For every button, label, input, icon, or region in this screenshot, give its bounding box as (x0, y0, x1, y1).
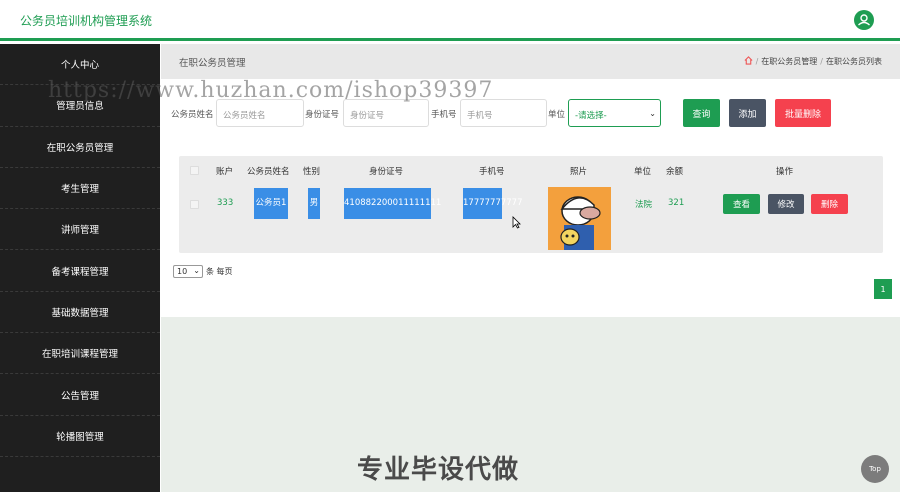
chevron-down-icon: ⌄ (649, 109, 656, 118)
mouse-cursor-icon (512, 216, 521, 232)
cell-phone: 17777777777 (463, 188, 523, 219)
query-button[interactable]: 查询 (683, 99, 720, 127)
data-table: 账户 公务员姓名 性别 身份证号 手机号 照片 单位 余额 操作 333 公务员… (179, 156, 883, 253)
breadcrumb: 在职公务员管理 / 在职公务员管理 / 在职公务员列表 (161, 44, 900, 79)
id-label: 身份证号 (305, 110, 340, 120)
header-photo: 照片 (570, 167, 588, 177)
sidebar-item-civil-servant[interactable]: 在职公务员管理 (0, 127, 160, 168)
breadcrumb-separator: / (755, 57, 759, 66)
unit-select-value: -请选择- (575, 111, 607, 121)
header-unit: 单位 (634, 167, 652, 177)
cartoon-photo-image[interactable] (548, 187, 611, 250)
ad-banner-text: 专业毕设代做 (357, 455, 520, 485)
top-bar: 公务员培训机构管理系统 (0, 0, 900, 41)
cell-balance: 321 (668, 198, 685, 208)
breadcrumb-path: / 在职公务员管理 / 在职公务员列表 (744, 56, 882, 67)
add-button[interactable]: 添加 (729, 99, 766, 127)
cell-unit: 法院 (635, 200, 653, 210)
user-avatar-icon[interactable] (854, 10, 874, 30)
header-account: 账户 (216, 167, 234, 177)
header-name: 公务员姓名 (247, 167, 290, 177)
sidebar-item-examinee[interactable]: 考生管理 (0, 168, 160, 210)
main-area: 在职公务员管理 / 在职公务员管理 / 在职公务员列表 公务员姓名 公务员姓名 … (161, 44, 900, 492)
chevron-down-icon: ⌄ (193, 266, 200, 275)
cell-gender: 男 (308, 188, 320, 219)
cell-id-number: 410882200011111111 (344, 188, 441, 219)
cell-account: 333 (217, 198, 234, 208)
phone-label: 手机号 (431, 110, 457, 120)
content-panel: 公务员姓名 公务员姓名 身份证号 身份证号 手机号 手机号 单位 -请选择- ⌄… (161, 79, 900, 317)
header-phone: 手机号 (479, 167, 505, 177)
view-button[interactable]: 查看 (723, 194, 760, 214)
watermark-text: https://www.huzhan.com/ishop39397 (48, 78, 494, 103)
select-all-checkbox[interactable] (190, 166, 199, 175)
sidebar-item-prep-course[interactable]: 备考课程管理 (0, 250, 160, 292)
header-id-number: 身份证号 (369, 167, 404, 177)
app-title: 公务员培训机构管理系统 (20, 14, 153, 28)
page-size-select[interactable]: 10 ⌄ (173, 265, 203, 278)
row-checkbox[interactable] (190, 200, 199, 209)
breadcrumb-separator: / (820, 57, 823, 66)
cell-name: 公务员1 (254, 188, 288, 219)
per-page-label: 条 每页 (206, 267, 233, 276)
delete-button[interactable]: 删除 (811, 194, 848, 214)
page-size-value: 10 (177, 267, 188, 276)
sidebar-item-carousel[interactable]: 轮播图管理 (0, 416, 160, 457)
sidebar-item-notice[interactable]: 公告管理 (0, 374, 160, 416)
page-size-control: 10 ⌄ 条 每页 (173, 265, 233, 278)
page-1-button[interactable]: 1 (874, 279, 892, 299)
edit-button[interactable]: 修改 (768, 194, 804, 214)
search-bar: 公务员姓名 公务员姓名 身份证号 身份证号 手机号 手机号 单位 -请选择- ⌄… (171, 99, 891, 129)
unit-select[interactable]: -请选择- ⌄ (568, 99, 661, 127)
sidebar-item-base-data[interactable]: 基础数据管理 (0, 292, 160, 334)
page-title: 在职公务员管理 (179, 58, 246, 69)
id-search-input[interactable]: 身份证号 (343, 99, 429, 127)
header-balance: 余额 (666, 167, 684, 177)
batch-delete-button[interactable]: 批量删除 (775, 99, 831, 127)
name-search-input[interactable]: 公务员姓名 (216, 99, 304, 127)
back-to-top-button[interactable]: Top (861, 455, 889, 483)
sidebar-item-training-course[interactable]: 在职培训课程管理 (0, 333, 160, 375)
cell-phone-text: 17777777777 (463, 198, 523, 208)
header-actions: 操作 (776, 167, 794, 177)
sidebar-item-lecturer[interactable]: 讲师管理 (0, 209, 160, 251)
name-label: 公务员姓名 (171, 110, 214, 120)
home-icon[interactable] (744, 56, 753, 67)
breadcrumb-link[interactable]: 在职公务员管理 (761, 56, 817, 67)
sidebar: 个人中心 管理员信息 在职公务员管理 考生管理 讲师管理 备考课程管理 基础数据… (0, 44, 160, 492)
unit-label: 单位 (548, 110, 566, 120)
header-gender: 性别 (303, 167, 321, 177)
phone-search-input[interactable]: 手机号 (460, 99, 547, 127)
breadcrumb-current: 在职公务员列表 (826, 57, 882, 66)
